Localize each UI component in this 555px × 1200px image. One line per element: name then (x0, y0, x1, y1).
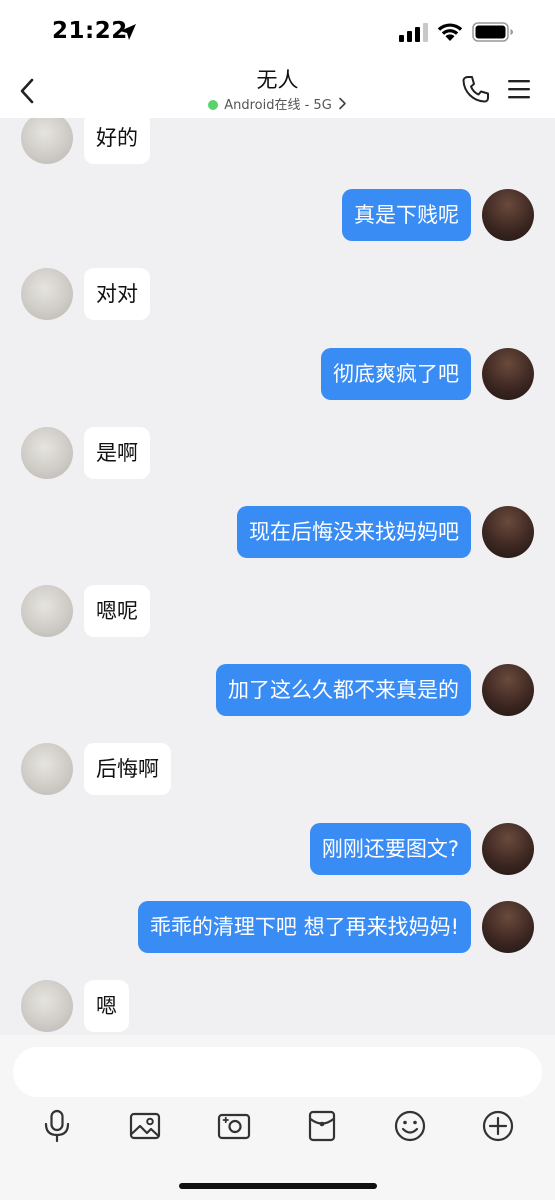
my-avatar[interactable] (482, 664, 534, 716)
chat-header: 无人 Android在线 - 5G (0, 60, 555, 118)
menu-icon[interactable] (507, 78, 531, 100)
chat-screen: 21:22 无人 Android在线 - 5G 好的 真是下贱呢 对对 彻底爽疯… (0, 0, 555, 1200)
contact-avatar[interactable] (21, 427, 73, 479)
message-list[interactable]: 好的 真是下贱呢 对对 彻底爽疯了吧 是啊 现在后悔没来找妈妈吧 嗯呢 加了这么… (0, 118, 555, 1035)
status-time: 21:22 (52, 18, 128, 44)
my-avatar[interactable] (482, 823, 534, 875)
red-packet-icon[interactable] (304, 1108, 340, 1144)
contact-avatar[interactable] (21, 743, 73, 795)
my-avatar[interactable] (482, 506, 534, 558)
contact-avatar[interactable] (21, 585, 73, 637)
online-status-dot (208, 100, 219, 110)
location-arrow-icon (120, 24, 136, 40)
my-avatar[interactable] (482, 901, 534, 953)
contact-avatar[interactable] (21, 268, 73, 320)
sent-message-bubble[interactable]: 现在后悔没来找妈妈吧 (237, 506, 471, 558)
my-avatar[interactable] (482, 189, 534, 241)
contact-avatar[interactable] (21, 118, 73, 164)
message-row: 好的 (0, 118, 555, 168)
message-row: 嗯 (0, 980, 555, 1035)
phone-icon[interactable] (461, 74, 489, 104)
message-row: 后悔啊 (0, 743, 555, 799)
received-message-bubble[interactable]: 对对 (84, 268, 150, 320)
message-row: 现在后悔没来找妈妈吧 (0, 506, 555, 562)
received-message-bubble[interactable]: 是啊 (84, 427, 150, 479)
wifi-icon (437, 23, 463, 41)
emoji-icon[interactable] (392, 1108, 428, 1144)
message-row: 真是下贱呢 (0, 189, 555, 245)
message-input[interactable] (13, 1047, 542, 1097)
sent-message-bubble[interactable]: 真是下贱呢 (342, 189, 471, 241)
plus-icon[interactable] (480, 1108, 516, 1144)
my-avatar[interactable] (482, 348, 534, 400)
sent-message-bubble[interactable]: 加了这么久都不来真是的 (216, 664, 471, 716)
signal-icon (399, 23, 428, 42)
status-bar: 21:22 (0, 0, 555, 60)
contact-status-text: Android在线 - 5G (224, 98, 332, 113)
message-row: 是啊 (0, 427, 555, 483)
message-row: 嗯呢 (0, 585, 555, 641)
received-message-bubble[interactable]: 嗯呢 (84, 585, 150, 637)
message-row: 刚刚还要图文? (0, 823, 555, 879)
camera-icon[interactable] (216, 1108, 252, 1144)
sent-message-bubble[interactable]: 刚刚还要图文? (309, 823, 471, 875)
received-message-bubble[interactable]: 嗯 (84, 980, 129, 1032)
message-row: 彻底爽疯了吧 (0, 348, 555, 404)
contact-avatar[interactable] (21, 980, 73, 1032)
microphone-icon[interactable] (39, 1108, 75, 1144)
message-row: 乖乖的清理下吧 想了再来找妈妈! (0, 901, 555, 957)
sent-message-bubble[interactable]: 彻底爽疯了吧 (321, 348, 471, 400)
composer (0, 1035, 555, 1200)
received-message-bubble[interactable]: 好的 (84, 118, 150, 164)
home-indicator[interactable] (179, 1183, 377, 1189)
message-row: 对对 (0, 268, 555, 324)
received-message-bubble[interactable]: 后悔啊 (84, 743, 171, 795)
message-row: 加了这么久都不来真是的 (0, 664, 555, 720)
photo-icon[interactable] (127, 1108, 163, 1144)
sent-message-bubble[interactable]: 乖乖的清理下吧 想了再来找妈妈! (137, 901, 471, 953)
battery-icon (472, 22, 513, 42)
chevron-right-icon (338, 97, 346, 110)
